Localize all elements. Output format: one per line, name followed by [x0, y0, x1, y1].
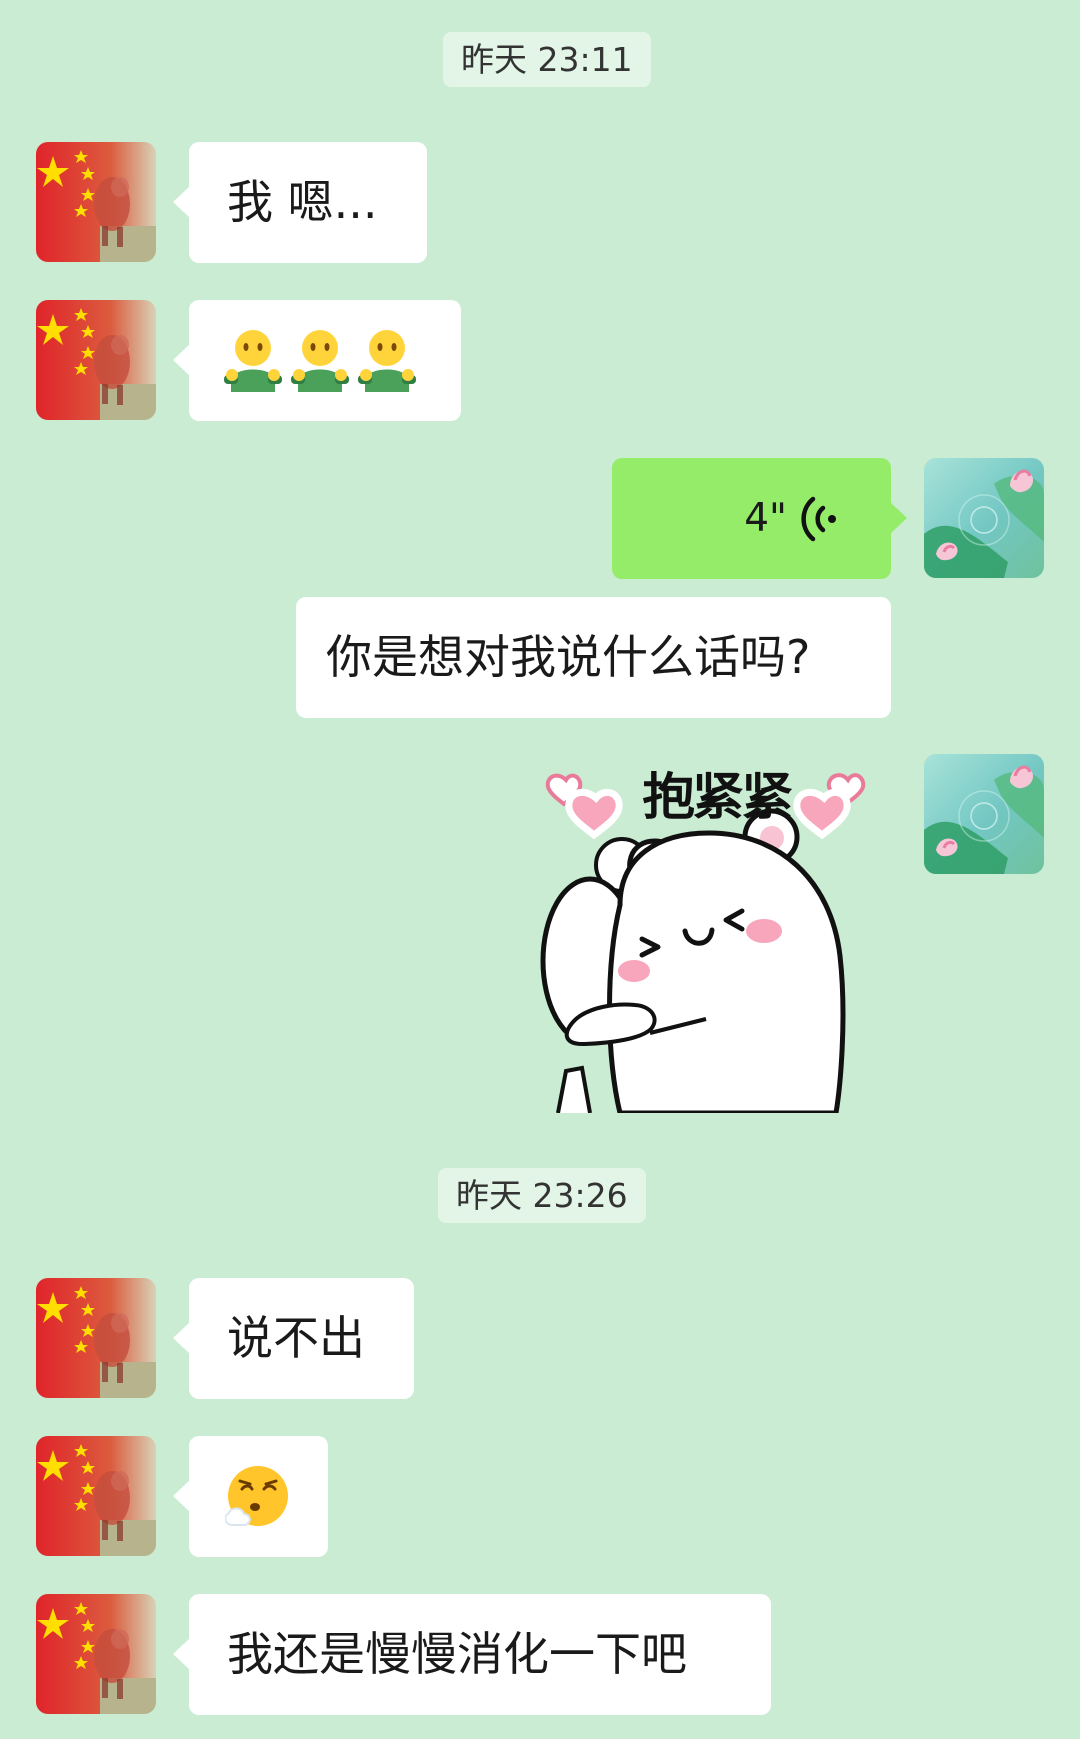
message-text: 说不出 [227, 1311, 365, 1365]
shrug-green-emoji-icon [358, 329, 416, 392]
flag-running-animal-avatar-image [36, 1278, 156, 1398]
incoming-emoji-bubble[interactable] [173, 300, 461, 421]
flag-running-animal-avatar-image [36, 1594, 156, 1714]
incoming-emoji-bubble[interactable] [173, 1436, 328, 1557]
outgoing-message-bubble[interactable]: 你是想对我说什么话吗? [296, 597, 891, 718]
contact-avatar[interactable] [36, 300, 156, 420]
message-text: 我 嗯... [227, 175, 378, 229]
voice-wave-icon [801, 496, 836, 541]
contact-avatar[interactable] [36, 1594, 156, 1714]
message-text: 我还是慢慢消化一下吧 [227, 1627, 687, 1681]
outgoing-voice-bubble[interactable]: 4" [612, 458, 907, 579]
shrug-green-emoji-icon [291, 329, 349, 392]
emoji-row [225, 1436, 292, 1557]
lotus-pond-avatar-image [924, 458, 1044, 578]
chat-area[interactable]: 昨天 23:11 我 嗯... 4" 你是想对我说什么话吗? 抱紧紧 昨天 23… [0, 0, 1080, 1739]
self-avatar[interactable] [924, 458, 1044, 578]
sticker-caption: 抱紧紧 [642, 768, 793, 826]
self-avatar[interactable] [924, 754, 1044, 874]
timestamp-divider: 昨天 23:11 [443, 32, 651, 87]
timestamp-divider: 昨天 23:26 [438, 1168, 646, 1223]
hug-bear-sticker[interactable]: 抱紧紧 [538, 753, 890, 1113]
flag-running-animal-avatar-image [36, 142, 156, 262]
emoji-row [223, 300, 427, 421]
incoming-message-bubble[interactable]: 我 嗯... [173, 142, 427, 263]
timestamp-text: 昨天 23:26 [456, 1176, 628, 1215]
sighing-face-emoji-icon [225, 1465, 288, 1526]
shrug-green-emoji-icon [224, 329, 282, 392]
lotus-pond-avatar-image [924, 754, 1044, 874]
flag-running-animal-avatar-image [36, 1436, 156, 1556]
incoming-message-bubble[interactable]: 我还是慢慢消化一下吧 [173, 1594, 771, 1715]
flag-running-animal-avatar-image [36, 300, 156, 420]
contact-avatar[interactable] [36, 142, 156, 262]
voice-duration: 4" [744, 496, 787, 541]
contact-avatar[interactable] [36, 1436, 156, 1556]
voice-message-content: 4" [612, 458, 891, 579]
message-text: 你是想对我说什么话吗? [326, 630, 811, 684]
contact-avatar[interactable] [36, 1278, 156, 1398]
timestamp-text: 昨天 23:11 [461, 40, 633, 79]
incoming-message-bubble[interactable]: 说不出 [173, 1278, 414, 1399]
